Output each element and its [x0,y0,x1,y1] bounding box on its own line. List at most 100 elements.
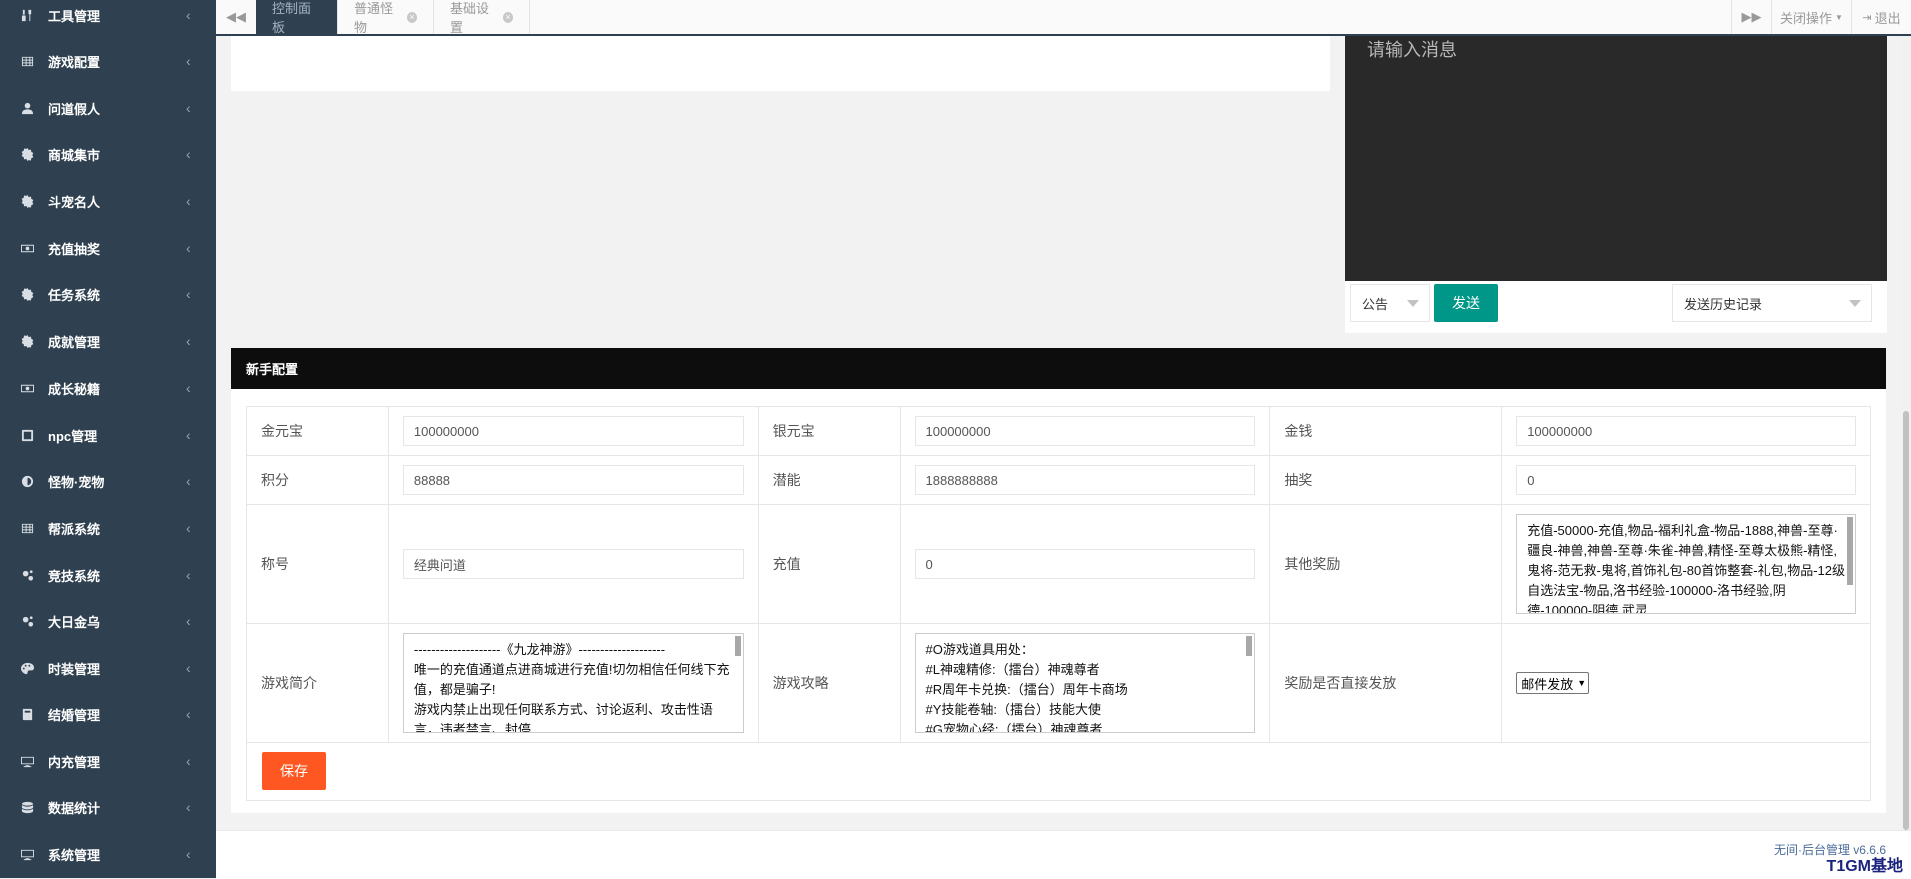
sidebar-item-label: 问道假人 [48,101,101,117]
sidebar-item-label: 结婚管理 [48,707,101,723]
title-input[interactable]: 经典问道 [402,549,744,579]
sidebar-item-label: npc管理 [48,428,98,444]
page-scrollbar[interactable] [1901,36,1911,830]
caret-down-icon [1849,300,1861,307]
section-title: 新手配置 [246,362,299,377]
game-intro-textarea[interactable]: --------------------《九龙神游》--------------… [402,633,744,733]
square-icon [20,428,34,442]
money-input[interactable]: 100000000 [1516,416,1856,446]
sidebar-item[interactable]: 竞技系统 ‹ [0,555,216,595]
input-value: 100000000 [925,423,991,439]
double-chevron-left-icon: ◀◀ [226,9,246,24]
gear-icon [20,334,34,348]
message-placeholder: 请输入消息 [1367,40,1457,60]
textarea-line: #G宠物心经:（擂台）神魂尊者 [925,722,1103,733]
chevron-left-icon: ‹ [186,427,191,443]
monitor-icon [20,847,34,861]
input-value: 0 [925,556,933,572]
tab-normal-monsters[interactable]: 普通怪物 × [338,0,434,35]
close-operations-dropdown[interactable]: 关闭操作 ▼ [1771,0,1851,34]
tab-basic-settings[interactable]: 基础设置 × [434,0,530,35]
game-guide-textarea[interactable]: #O游戏道具用处： #L神魂精修:（擂台）神魂尊者 #R周年卡兑换:（擂台）周年… [914,633,1256,733]
sidebar-item[interactable]: 大日金乌 ‹ [0,601,216,641]
chevron-left-icon: ‹ [186,706,191,722]
silver-ingot-input[interactable]: 100000000 [914,416,1256,446]
save-button[interactable]: 保存 [262,752,326,790]
scrollbar-thumb[interactable] [1903,411,1909,830]
sidebar-item[interactable]: 帮派系统 ‹ [0,508,216,548]
input-value: 0 [1527,472,1535,488]
tab-scroll-left-button[interactable]: ◀◀ [216,0,257,34]
save-cell [246,742,1871,801]
sidebar-item[interactable]: 怪物·宠物 ‹ [0,461,216,501]
input-value: 1888888888 [925,472,998,488]
field-label: 游戏攻略 [757,623,901,743]
textarea-line: #R周年卡兑换:（擂台）周年卡商场 [925,682,1128,697]
sidebar-item[interactable]: 成长秘籍 ‹ [0,368,216,408]
send-button[interactable]: 发送 [1434,284,1498,322]
database-icon [20,800,34,814]
message-type-value: 公告 [1362,296,1389,312]
chevron-left-icon: ‹ [186,846,191,862]
textarea-scrollbar[interactable] [1246,636,1253,656]
message-type-select[interactable]: 公告 [1350,284,1430,322]
sidebar-item-label: 充值抽奖 [48,241,101,257]
input-value: 100000000 [413,423,479,439]
sidebar-item[interactable]: 问道假人 ‹ [0,88,216,128]
potential-input[interactable]: 1888888888 [914,465,1256,495]
recharge-input[interactable]: 0 [914,549,1256,579]
gear-icon [20,194,34,208]
logout-button[interactable]: ⇥ 退出 [1851,0,1911,34]
close-icon[interactable]: × [406,11,417,23]
field-label: 游戏简介 [246,623,389,743]
sidebar-item[interactable]: 游戏配置 ‹ [0,41,216,81]
table-row: 游戏简介 --------------------《九龙神游》---------… [246,623,1871,743]
close-icon[interactable]: × [502,11,513,23]
textarea-line: 游戏内禁止出现任何联系方式、讨论返利、攻击性语言，违者禁言、封停 [413,702,713,733]
sidebar-item[interactable]: npc管理 ‹ [0,415,216,455]
field-label: 金钱 [1269,406,1503,456]
points-input[interactable]: 88888 [402,465,744,495]
monitor-icon [20,754,34,768]
chevron-left-icon: ‹ [186,473,191,489]
sidebar-item-label: 时装管理 [48,661,101,677]
footer: 无间·后台管理 v6.6.6 [216,830,1911,879]
sidebar-item-label: 成长秘籍 [48,381,101,397]
tab-dashboard[interactable]: 控制面板 [256,0,338,35]
reward-delivery-select[interactable]: 邮件发放 ▼ [1516,672,1590,694]
sidebar-item[interactable]: 结婚管理 ‹ [0,694,216,734]
gold-ingot-input[interactable]: 100000000 [402,416,744,446]
sidebar-item[interactable]: 数据统计 ‹ [0,787,216,827]
textarea-scrollbar[interactable] [734,636,741,656]
chevron-left-icon: ‹ [186,613,191,629]
textarea-scrollbar[interactable] [1847,517,1853,585]
sidebar-item[interactable]: 时装管理 ‹ [0,648,216,688]
sidebar-item[interactable]: 系统管理 ‹ [0,834,216,874]
chevron-left-icon: ‹ [186,520,191,536]
sidebar-item-label: 内充管理 [48,754,101,770]
message-input[interactable]: 请输入消息 [1345,36,1887,281]
sidebar-item[interactable]: 工具管理 ‹ [0,0,216,35]
field-label: 潜能 [757,455,901,505]
sidebar-item[interactable]: 斗宠名人 ‹ [0,181,216,221]
book-icon [20,707,34,721]
sidebar-item[interactable]: 商城集市 ‹ [0,134,216,174]
gears-icon [20,568,34,582]
gears-icon [20,614,34,628]
gear-icon [20,287,34,301]
sidebar-item[interactable]: 充值抽奖 ‹ [0,228,216,268]
send-history-select[interactable]: 发送历史记录 [1672,284,1872,322]
sidebar-item-label: 数据统计 [48,800,101,816]
lottery-input[interactable]: 0 [1516,465,1856,495]
sidebar-item[interactable]: 成就管理 ‹ [0,321,216,361]
money-icon [20,241,34,255]
tab-bar: ◀◀ 控制面板 普通怪物 × 基础设置 × ▶▶ 关闭操作 ▼ ⇥ 退出 [216,0,1911,36]
tab-scroll-right-button[interactable]: ▶▶ [1731,0,1771,34]
textarea-line: #L神魂精修:（擂台）神魂尊者 [925,662,1100,677]
sidebar-item-label: 成就管理 [48,334,101,350]
grid-icon [20,521,34,535]
chevron-left-icon: ‹ [186,193,191,209]
sidebar-item[interactable]: 内充管理 ‹ [0,741,216,781]
other-rewards-textarea[interactable]: 充值-50000-充值,物品-福利礼盒-物品-1888,神兽-至尊·疆良-神兽,… [1516,514,1856,614]
sidebar-item[interactable]: 任务系统 ‹ [0,274,216,314]
